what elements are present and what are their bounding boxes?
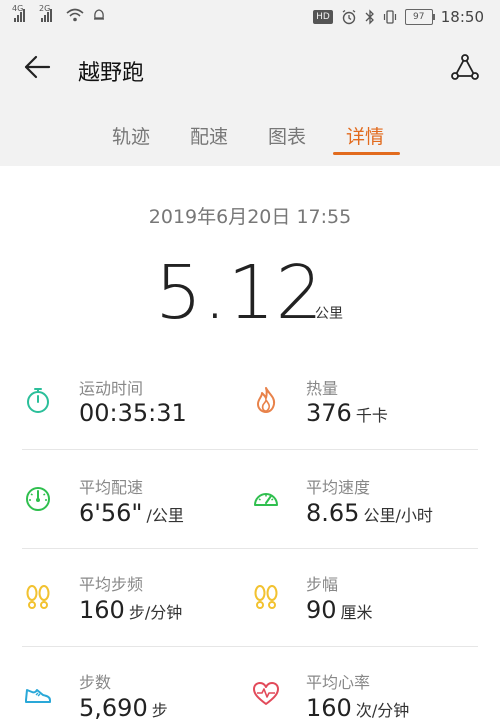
- row-divider: [22, 449, 478, 450]
- stat-value: 8.65 公里/小时: [306, 499, 433, 527]
- heart-rate-icon: [253, 682, 279, 705]
- status-bar: 4G 2G HD 97 18:50: [0, 0, 500, 34]
- status-right: HD 97 18:50: [313, 8, 484, 26]
- battery-icon: 97: [404, 9, 435, 25]
- tab-charts[interactable]: 图表: [268, 122, 306, 149]
- stat-label: 平均心率: [306, 673, 371, 692]
- signal-icon: 2G: [39, 4, 52, 22]
- stat-label: 步幅: [306, 575, 339, 594]
- row-divider: [22, 646, 478, 647]
- total-distance: 5.12: [155, 250, 324, 336]
- status-time: 18:50: [440, 8, 484, 26]
- back-arrow-icon[interactable]: [22, 52, 52, 82]
- hd-badge: HD: [313, 10, 333, 24]
- gauge-icon: [254, 493, 278, 506]
- share-icon[interactable]: [450, 52, 480, 82]
- stat-value: 6'56"/公里: [79, 499, 184, 527]
- tab-bar: 轨迹 配速 图表 详情: [0, 114, 500, 166]
- workout-date: 2019年6月20日 17:55: [148, 206, 352, 228]
- alarm-icon: [342, 9, 356, 25]
- status-left: 4G 2G: [12, 4, 106, 22]
- distance-unit: 公里: [315, 306, 343, 322]
- stopwatch-icon: [27, 388, 49, 413]
- footprints-icon: [26, 585, 50, 609]
- stat-label: 热量: [306, 379, 339, 398]
- stat-label: 运动时间: [79, 379, 144, 398]
- stat-label: 平均速度: [306, 478, 371, 497]
- tab-track[interactable]: 轨迹: [112, 122, 150, 149]
- tab-pace[interactable]: 配速: [190, 122, 228, 149]
- stat-value: 376 千卡: [306, 399, 388, 427]
- page-title: 越野跑: [78, 61, 145, 86]
- wifi-icon: [66, 8, 84, 22]
- tab-details[interactable]: 详情: [346, 122, 384, 149]
- stat-value: 00:35:31: [79, 399, 187, 427]
- stat-value: 5,690 步: [79, 694, 168, 722]
- stat-label: 平均步频: [79, 575, 144, 594]
- stat-label: 步数: [79, 673, 112, 692]
- stat-value: 160 次/分钟: [306, 694, 410, 722]
- bluetooth-icon: [365, 9, 374, 25]
- active-tab-indicator: [333, 152, 400, 155]
- vibrate-icon: [383, 10, 396, 24]
- footprints-icon: [254, 585, 278, 609]
- stat-value: 160 步/分钟: [79, 596, 183, 624]
- sneaker-icon: [25, 689, 51, 703]
- speedometer-icon: [26, 487, 50, 511]
- notification-icon: [94, 9, 104, 20]
- stat-label: 平均配速: [79, 478, 144, 497]
- flame-icon: [257, 387, 276, 413]
- app-header: 越野跑 轨迹 配速 图表 详情: [0, 34, 500, 166]
- stat-value: 90 厘米: [306, 596, 373, 624]
- row-divider: [22, 548, 478, 549]
- signal-icon: 4G: [12, 4, 25, 22]
